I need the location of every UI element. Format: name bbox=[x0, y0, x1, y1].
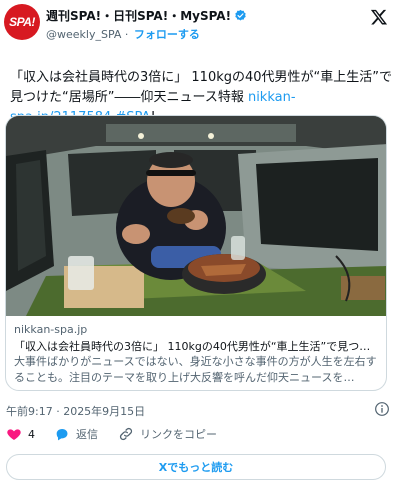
card-title[interactable]: 「収入は会社員時代の3倍に」 110kgの40代男性が“車上生活”で見つけ… bbox=[14, 338, 380, 354]
link-card[interactable]: nikkan-spa.jp 「収入は会社員時代の3倍に」 110kgの40代男性… bbox=[5, 115, 387, 391]
copy-link-label: リンクをコピー bbox=[140, 428, 217, 441]
like-button[interactable]: 4 bbox=[6, 426, 35, 442]
card-description: 大事件ばかりがニュースではない、身近な小さな事件の方が人生を左右することも。注目… bbox=[14, 355, 377, 384]
follow-button[interactable]: フォローする bbox=[134, 28, 200, 41]
link-icon bbox=[119, 427, 133, 441]
reply-button[interactable]: 返信 bbox=[54, 426, 98, 442]
like-count: 4 bbox=[28, 427, 35, 441]
read-more-button[interactable]: Xでもっと読む bbox=[6, 454, 386, 480]
heart-icon bbox=[7, 429, 21, 440]
display-name-text: 週刊SPA!・日刊SPA!・MySPA! bbox=[46, 9, 232, 23]
reply-icon bbox=[56, 429, 68, 441]
tweet-header: SPA! 週刊SPA!・日刊SPA!・MySPA! @weekly_SPA · … bbox=[0, 0, 400, 64]
display-name[interactable]: 週刊SPA!・日刊SPA!・MySPA! bbox=[46, 7, 247, 24]
x-logo-icon[interactable] bbox=[370, 8, 388, 26]
tweet-timestamp[interactable]: 午前9:17 · 2025年9月15日 bbox=[6, 403, 145, 419]
avatar[interactable]: SPA! bbox=[4, 4, 40, 40]
handle-line: @weekly_SPA · フォローする bbox=[46, 26, 200, 42]
separator-dot: · bbox=[124, 28, 129, 41]
info-icon[interactable] bbox=[374, 401, 390, 417]
reply-label: 返信 bbox=[76, 428, 98, 441]
tweet-text-main: 「収入は会社員時代の3倍に」 110kgの40代男性が“車上生活”で見つけた“居… bbox=[10, 70, 393, 105]
card-domain: nikkan-spa.jp bbox=[14, 323, 88, 336]
tweet-actions: 4 返信 リンクをコピー bbox=[0, 422, 400, 450]
copy-link-button[interactable]: リンクをコピー bbox=[118, 426, 217, 442]
account-handle[interactable]: @weekly_SPA bbox=[46, 28, 121, 41]
card-image[interactable] bbox=[6, 116, 386, 316]
verified-icon bbox=[235, 9, 246, 21]
